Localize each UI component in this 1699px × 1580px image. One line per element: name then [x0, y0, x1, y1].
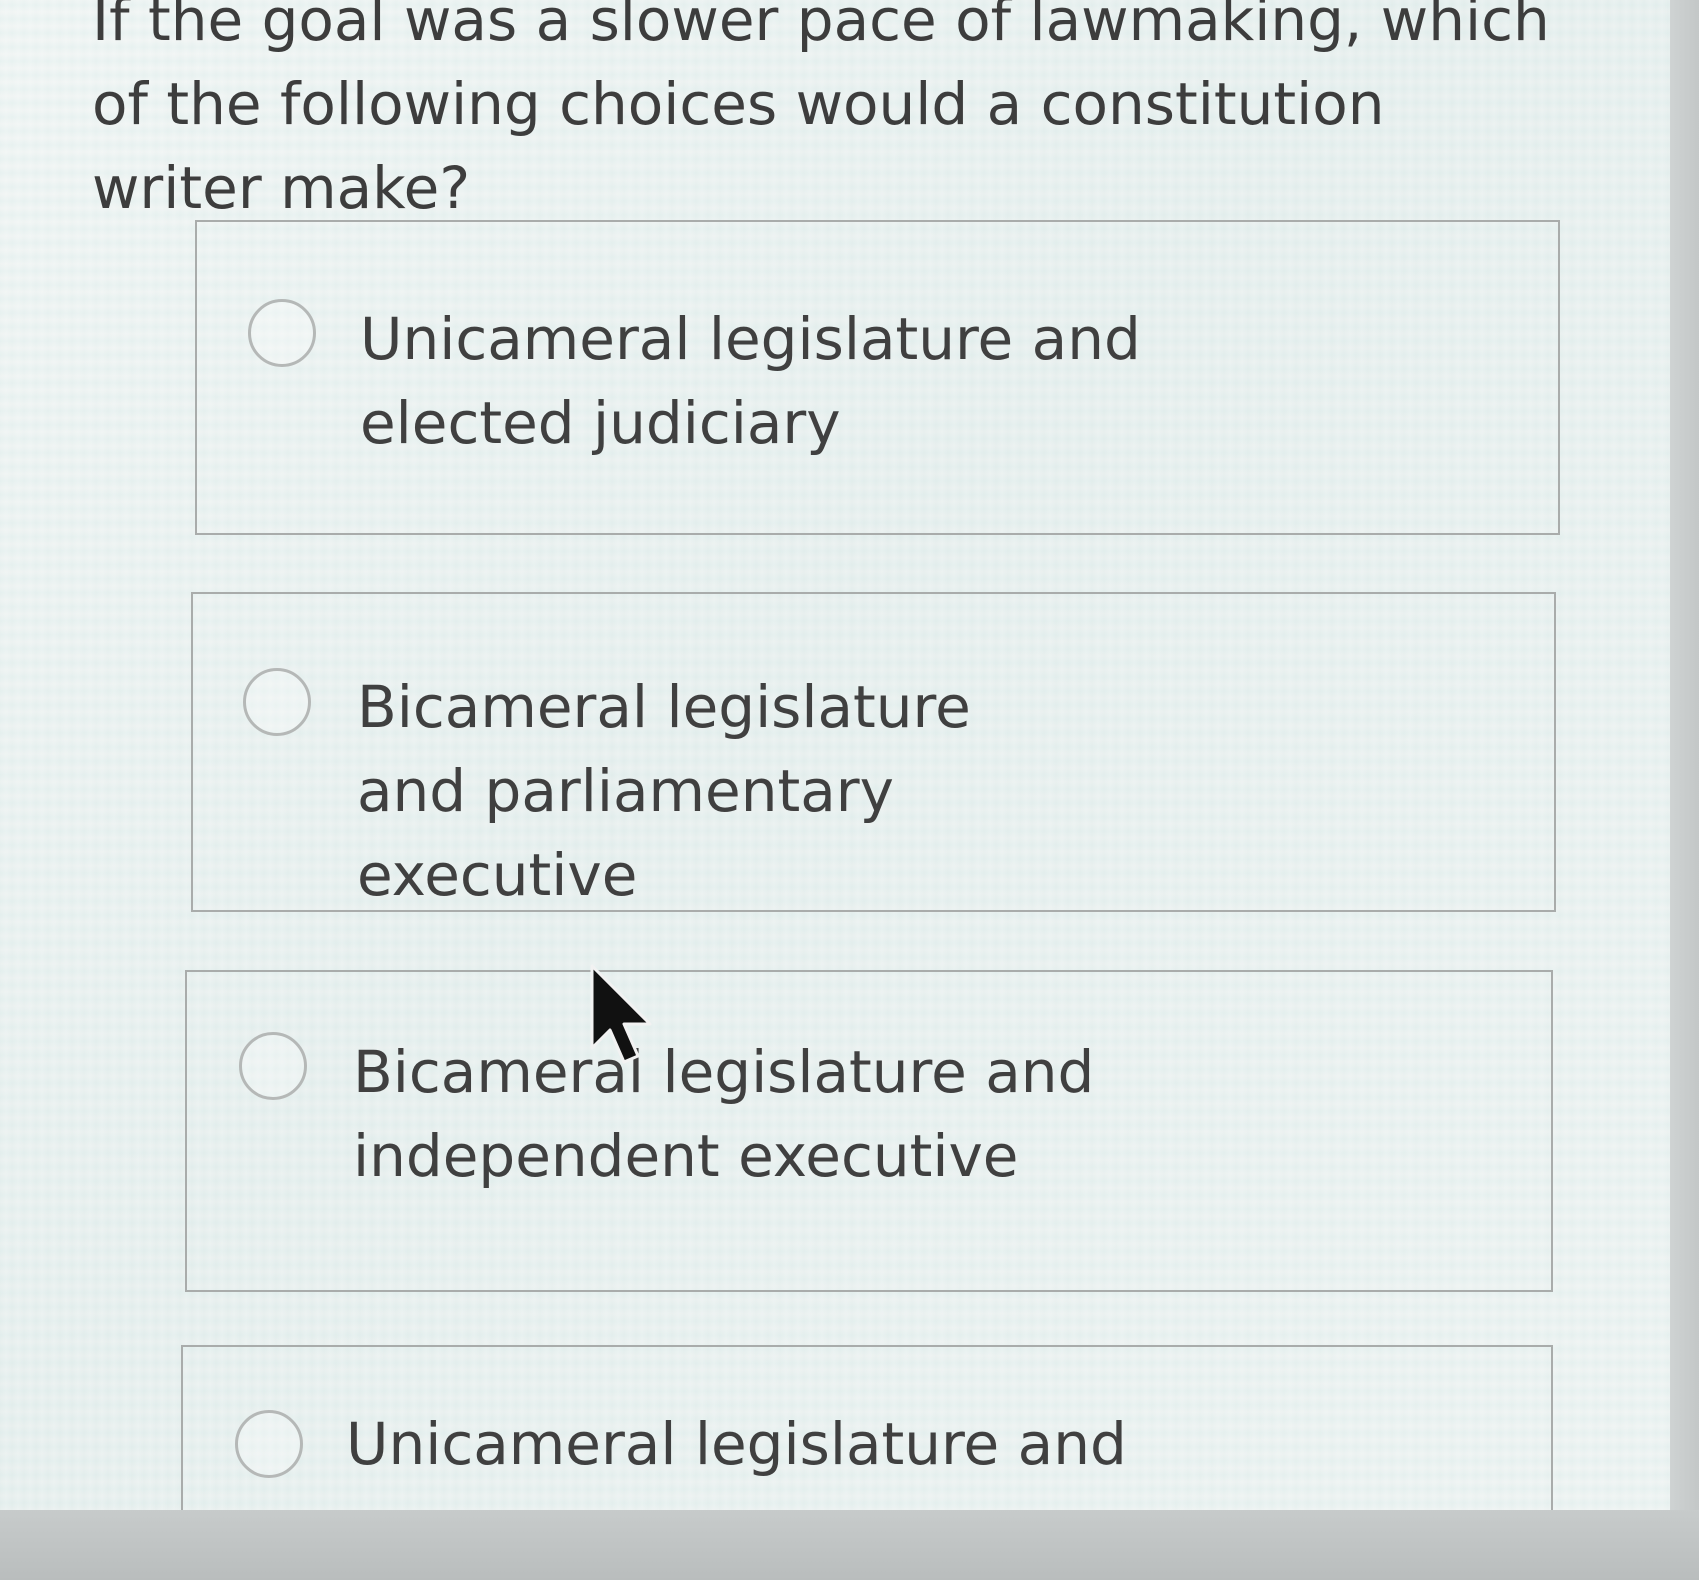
answer-option-3[interactable]: Bicameral legislature and independent ex… — [185, 970, 1553, 1292]
answer-option-label: Unicameral legislature and — [346, 1410, 1127, 1478]
answer-option-label: Bicameral legislature and independent ex… — [353, 1038, 1095, 1190]
screen-edge — [1670, 0, 1699, 1510]
radio-circle-icon[interactable] — [248, 299, 316, 367]
answer-option-1[interactable]: Unicameral legislature and elected judic… — [195, 220, 1560, 535]
answer-option-label: Unicameral legislature and elected judic… — [360, 305, 1141, 457]
mouse-pointer-icon — [590, 964, 652, 1064]
screen-bezel — [0, 1510, 1699, 1580]
radio-circle-icon[interactable] — [243, 668, 311, 736]
answer-option-4[interactable]: Unicameral legislature and — [181, 1345, 1553, 1525]
answer-option-2[interactable]: Bicameral legislature and parliamentary … — [191, 592, 1556, 912]
quiz-screen: If the goal was a slower pace of lawmaki… — [0, 0, 1670, 1525]
radio-circle-icon[interactable] — [235, 1410, 303, 1478]
radio-circle-icon[interactable] — [239, 1032, 307, 1100]
answer-option-label: Bicameral legislature and parliamentary … — [357, 673, 971, 909]
question-text: If the goal was a slower pace of lawmaki… — [92, 0, 1550, 222]
